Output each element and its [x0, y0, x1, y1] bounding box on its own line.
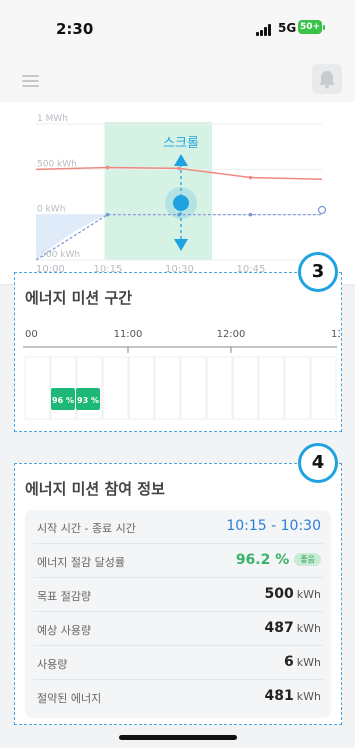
timeline-tick-label: 13 [331, 329, 340, 340]
scroll-label: 스크롤 [163, 136, 199, 151]
info-number: 6 [284, 654, 294, 670]
section-title: 에너지 미션 참여 정보 [25, 480, 165, 498]
step-badge: 3 [298, 252, 338, 292]
data-point [248, 175, 253, 180]
timeline-cell [310, 356, 337, 420]
scroll-handle[interactable] [173, 195, 189, 211]
info-unit: kWh [296, 656, 321, 669]
info-value: 487 kWh [265, 620, 321, 636]
timeline-cell [180, 356, 207, 420]
info-label: 사용량 [37, 658, 68, 671]
timeline-tick-label: 12:00 [217, 329, 246, 340]
status-bar: 2:30 5G 50+ [0, 0, 355, 56]
mission-block-label: 96 % [52, 396, 74, 405]
mission-timeline[interactable]: 00 11:00 12:00 13 96 % 93 % [15, 323, 340, 423]
info-number: 500 [264, 586, 294, 602]
energy-chart[interactable]: 1 MWh500 kWh0 kWh-500 kWh 10:00 10:15 10:3… [0, 102, 355, 284]
bell-icon[interactable] [312, 64, 342, 94]
info-label: 에너지 절감 달성률 [37, 556, 125, 569]
data-point [105, 165, 110, 170]
info-unit: kWh [296, 588, 321, 601]
mission-block-label: 93 % [77, 396, 99, 405]
time-range-value: 10:15 - 10:30 [226, 518, 321, 534]
step-badge: 4 [298, 443, 338, 483]
info-label: 시작 시간 - 종료 시간 [37, 522, 136, 535]
info-row: 예상 사용량 487 kWh [33, 612, 323, 646]
timeline-tick-label: 00 [25, 329, 38, 340]
info-row: 시작 시간 - 종료 시간 10:15 - 10:30 [33, 510, 323, 544]
timeline-cell [128, 356, 155, 420]
timeline-cell [154, 356, 181, 420]
network-label: 5G [278, 21, 297, 35]
info-value: 481 kWh [265, 688, 321, 704]
info-label: 목표 절감량 [37, 590, 92, 603]
info-row: 목표 절감량 500 kWh [33, 578, 323, 612]
achievement-rate: 96.2 % [235, 552, 290, 568]
timeline-cell [24, 356, 51, 420]
data-point [177, 166, 181, 171]
home-indicator[interactable] [119, 735, 237, 740]
info-label: 절약된 에너지 [37, 692, 102, 705]
info-unit: kWh [296, 622, 321, 635]
mission-interval-section: 에너지 미션 구간 00 11:00 12:00 13 96 % 93 % [14, 272, 342, 432]
timeline-cell [258, 356, 285, 420]
y-tick-label: 0 kWh [37, 205, 65, 215]
info-unit: kWh [296, 690, 321, 703]
y-tick-label: 1 MWh [37, 114, 68, 124]
info-value: 6 kWh [284, 654, 321, 670]
battery-icon: 50+ [298, 20, 322, 34]
status-time: 2:30 [56, 20, 94, 38]
info-number: 487 [264, 620, 294, 636]
timeline-cell [232, 356, 259, 420]
timeline-cell [284, 356, 311, 420]
section-title: 에너지 미션 구간 [25, 289, 133, 307]
info-value: 500 kWh [265, 586, 321, 602]
timeline-cell [102, 356, 129, 420]
mission-info-section: 에너지 미션 참여 정보 시작 시간 - 종료 시간 10:15 - 10:30… [14, 463, 342, 725]
timeline-tick-label: 11:00 [114, 329, 143, 340]
top-bar [0, 56, 355, 102]
info-number: 481 [264, 688, 294, 704]
timeline-cell [206, 356, 233, 420]
battery-tip [323, 25, 325, 30]
series-end-marker [317, 205, 327, 215]
energy-chart-card: 1 MWh 500 kWh 0 kWh -500 kWh 10:00 10:15 10:3… [0, 102, 355, 284]
data-point [248, 212, 253, 217]
hamburger-menu-icon[interactable] [18, 70, 46, 98]
info-label: 예상 사용량 [37, 624, 92, 637]
status-badge: 좋음 [294, 553, 321, 566]
info-row: 절약된 에너지 481 kWh [33, 680, 323, 714]
info-row: 에너지 절감 달성률 96.2 % 좋음 [33, 544, 323, 578]
data-point [105, 212, 110, 217]
signal-icon [256, 24, 274, 36]
achievement-value: 96.2 % 좋음 [236, 552, 321, 568]
info-row: 사용량 6 kWh [33, 646, 323, 680]
info-table: 시작 시간 - 종료 시간 10:15 - 10:30 에너지 절감 달성률 9… [25, 510, 331, 718]
